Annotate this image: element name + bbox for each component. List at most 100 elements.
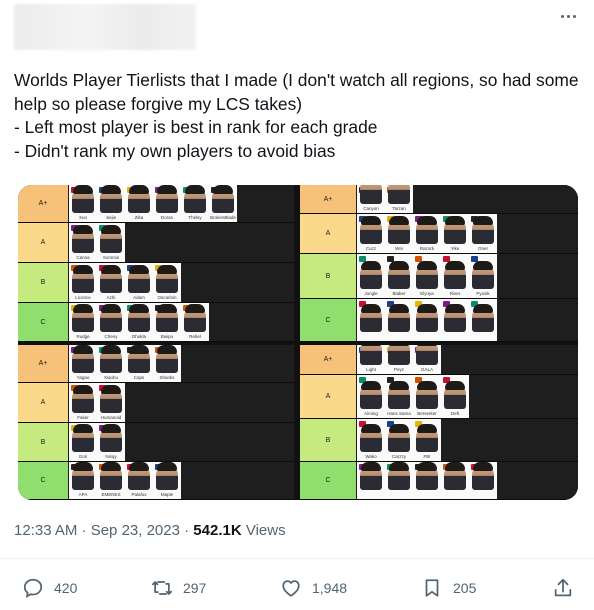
tier-row: B Wako Carzzy FBI bbox=[300, 419, 578, 462]
player-cards: Rudge Cheny Dhokla Bwipo Rebel bbox=[69, 303, 209, 341]
player-card: Licorice bbox=[69, 263, 97, 302]
player-name: Sommis bbox=[102, 255, 120, 260]
player-card: Pyosik bbox=[469, 254, 497, 298]
like-button[interactable]: 1,948 bbox=[280, 574, 347, 602]
more-horizontal-icon[interactable] bbox=[555, 6, 581, 26]
tier-row: A Canna Sommis bbox=[18, 223, 294, 263]
tier-label: A+ bbox=[300, 345, 356, 374]
player-hair bbox=[73, 185, 93, 194]
player-card bbox=[469, 299, 497, 341]
player-card: Razork bbox=[413, 214, 441, 253]
tier-row: A Faker Humanoid bbox=[18, 383, 294, 423]
player-card: Thelsy bbox=[181, 185, 209, 222]
player-card: Hans Sama bbox=[385, 375, 413, 418]
player-card bbox=[385, 462, 413, 499]
player-name: Wako bbox=[365, 454, 377, 459]
player-cards: Canna Sommis bbox=[69, 223, 125, 262]
player-hair bbox=[417, 381, 437, 390]
tier-row: B Jungle Blaber Elyoya River Pyosik bbox=[300, 254, 578, 299]
tier-row: A+ Canyon Tarzan bbox=[300, 185, 578, 214]
player-cards: Cuzz Wei Razork Yike Oner bbox=[357, 214, 497, 253]
player-name: Shanks bbox=[159, 375, 175, 380]
bookmark-button[interactable]: 205 bbox=[421, 574, 476, 602]
tier-row: C bbox=[300, 462, 578, 500]
player-card: Blaber bbox=[385, 254, 413, 298]
like-count: 1,948 bbox=[312, 580, 348, 596]
player-hair bbox=[445, 304, 465, 313]
reply-icon bbox=[23, 578, 43, 598]
player-hair bbox=[389, 304, 409, 313]
repost-button[interactable]: 297 bbox=[151, 574, 206, 602]
player-name: Xun bbox=[78, 215, 87, 220]
player-hair bbox=[101, 345, 121, 354]
player-card: Canyon bbox=[357, 185, 385, 213]
player-hair bbox=[73, 225, 93, 234]
player-card: Jiejie bbox=[97, 185, 125, 222]
player-name: Razork bbox=[419, 246, 435, 251]
player-hair bbox=[417, 261, 437, 270]
player-hair bbox=[73, 304, 93, 313]
player-hair bbox=[417, 462, 437, 471]
share-button[interactable] bbox=[552, 574, 574, 602]
player-card bbox=[413, 462, 441, 499]
player-hair bbox=[445, 381, 465, 390]
tier-label: B bbox=[18, 423, 68, 461]
player-cards: Faker Humanoid bbox=[69, 383, 125, 422]
player-card: Aiming bbox=[357, 375, 385, 418]
player-hair bbox=[101, 424, 121, 433]
player-hair bbox=[73, 345, 93, 354]
player-hair bbox=[361, 424, 381, 433]
tierlist-panel: A+ Yagao Xiaohu Caps Shanks A Faker Humanoid B Go… bbox=[18, 345, 294, 500]
blurred-author-info[interactable] bbox=[14, 4, 196, 50]
player-name: Gori bbox=[78, 454, 88, 459]
player-photo bbox=[388, 345, 410, 365]
player-card bbox=[357, 299, 385, 341]
player-name: Licorice bbox=[75, 295, 91, 300]
player-card: Maple bbox=[153, 462, 181, 499]
tweet-metadata: 12:33 AM · Sep 23, 2023 · 542.1K Views bbox=[14, 522, 286, 539]
player-name: Hans Sama bbox=[387, 411, 411, 416]
player-hair bbox=[185, 185, 205, 194]
tweet-media-image[interactable]: A+ Xun Jiejie Zika Doran Thelsy BrokenBlade A Ca… bbox=[18, 185, 578, 500]
tier-label: C bbox=[18, 462, 68, 499]
tier-label: A bbox=[18, 383, 68, 422]
player-card: Wako bbox=[357, 419, 385, 461]
player-name: River bbox=[449, 291, 461, 296]
tier-row: B Licorice Azhi Adam Oscarinin bbox=[18, 263, 294, 303]
tier-label: A bbox=[300, 375, 356, 418]
player-card: Zika bbox=[125, 185, 153, 222]
tweet-timestamp[interactable]: 12:33 AM · Sep 23, 2023 · bbox=[14, 522, 193, 539]
player-photo bbox=[360, 185, 382, 204]
tier-row: C Rudge Cheny Dhokla Bwipo Rebel bbox=[18, 303, 294, 342]
player-name: Rudge bbox=[76, 334, 90, 339]
tier-row: A+ Light Peyz GALA bbox=[300, 345, 578, 375]
player-name: Yagao bbox=[76, 375, 90, 380]
tierlist-panel: A+ Canyon Tarzan A Cuzz Wei Razork Yike Oner B Jun… bbox=[300, 185, 578, 342]
player-hair bbox=[73, 265, 93, 274]
player-photo bbox=[416, 345, 438, 365]
player-card: Bwipo bbox=[153, 303, 181, 341]
player-name: Berserker bbox=[417, 411, 437, 416]
reply-button[interactable]: 420 bbox=[22, 574, 77, 602]
player-card: Oner bbox=[469, 214, 497, 253]
player-hair bbox=[445, 216, 465, 225]
player-photo bbox=[360, 345, 382, 365]
player-card: Shanks bbox=[153, 345, 181, 382]
player-card: BrokenBlade bbox=[209, 185, 237, 222]
views-count: 542.1K bbox=[193, 522, 242, 539]
player-name: Rebel bbox=[189, 334, 201, 339]
player-name: Caps bbox=[133, 375, 145, 380]
player-hair bbox=[129, 462, 149, 471]
player-card: Faker bbox=[69, 383, 97, 422]
tier-row: A+ Xun Jiejie Zika Doran Thelsy BrokenBlade bbox=[18, 185, 294, 223]
tier-label: A+ bbox=[300, 185, 356, 213]
player-card: Oscarinin bbox=[153, 263, 181, 302]
player-hair bbox=[101, 185, 121, 194]
player-hair bbox=[361, 216, 381, 225]
repost-icon bbox=[151, 581, 173, 595]
player-name: Thelsy bbox=[188, 215, 202, 220]
player-name: Dhokla bbox=[131, 334, 146, 339]
player-name: Palafox bbox=[131, 492, 147, 497]
tier-row: A Cuzz Wei Razork Yike Oner bbox=[300, 214, 578, 254]
player-name: Doran bbox=[160, 215, 174, 220]
